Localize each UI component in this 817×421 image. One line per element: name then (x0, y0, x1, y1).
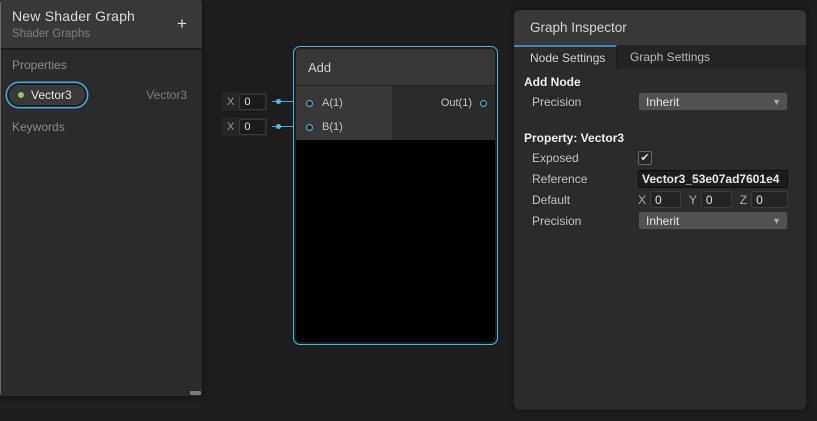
add-node-section-title: Add Node (524, 73, 788, 91)
dropdown-value: Inherit (646, 95, 679, 109)
property-type-label: Vector3 (146, 88, 187, 102)
blackboard-panel: New Shader Graph + Shader Graphs Propert… (0, 0, 202, 396)
chevron-down-icon: ▼ (772, 97, 781, 107)
precision-label: Precision (524, 214, 638, 228)
exposed-label: Exposed (524, 151, 638, 165)
port-value-field-b[interactable]: 0 (239, 119, 266, 135)
property-pill-vector3[interactable]: Vector3 (8, 84, 86, 106)
input-port-row-a: A(1) (296, 91, 392, 115)
reference-input[interactable]: Vector3_53e07ad7601e4 (638, 170, 788, 188)
exposed-row: Exposed ✔ (524, 147, 788, 168)
input-port-b-icon[interactable] (306, 124, 313, 131)
properties-section-label: Properties (1, 58, 202, 74)
node-preview (296, 140, 495, 342)
property-pill-label: Vector3 (31, 88, 72, 102)
property-exposed-dot-icon (18, 92, 24, 98)
keywords-section-label: Keywords (1, 120, 202, 136)
input-port-b-label: B(1) (322, 121, 343, 133)
default-z-field[interactable]: 0 (751, 191, 788, 208)
default-x-field[interactable]: 0 (650, 191, 681, 208)
property-section-title: Property: Vector3 (524, 129, 788, 147)
property-precision-row: Precision Inherit ▼ (524, 210, 788, 231)
chevron-down-icon: ▼ (772, 216, 781, 226)
exposed-checkbox[interactable]: ✔ (638, 151, 652, 165)
node-add-header[interactable]: Add (296, 49, 495, 86)
edge-connector-dot-icon (276, 99, 281, 104)
default-label: Default (524, 193, 638, 207)
tab-node-settings[interactable]: Node Settings (514, 45, 617, 69)
port-value-field-a[interactable]: 0 (239, 94, 266, 110)
input-port-a-label: A(1) (322, 97, 343, 109)
property-precision-dropdown[interactable]: Inherit ▼ (638, 211, 788, 230)
axis-label: X (227, 96, 234, 108)
axis-y-label: Y (689, 193, 697, 207)
edge-connector-dot-icon (276, 124, 281, 129)
node-precision-dropdown[interactable]: Inherit ▼ (638, 92, 788, 111)
output-port-label: Out(1) (441, 97, 472, 109)
output-port-icon[interactable] (480, 100, 487, 107)
input-port-row-b: B(1) (296, 115, 392, 139)
inspector-header: Graph Inspector (514, 10, 806, 45)
reference-label: Reference (524, 172, 638, 186)
port-default-input-a: X 0 (220, 91, 269, 112)
inspector-content: Add Node Precision Inherit ▼ Property: V… (514, 69, 806, 231)
axis-label: X (227, 121, 234, 133)
node-output-ports: Out(1) (392, 86, 495, 140)
default-y-field[interactable]: 0 (701, 191, 732, 208)
panel-resize-grip[interactable] (190, 391, 201, 395)
graph-title: New Shader Graph (12, 8, 192, 24)
graph-subtitle: Shader Graphs (12, 28, 192, 40)
axis-z-label: Z (740, 193, 747, 207)
precision-label: Precision (524, 95, 638, 109)
node-ports: A(1) B(1) Out(1) (296, 86, 495, 140)
port-default-input-b: X 0 (220, 116, 269, 137)
input-port-a-icon[interactable] (306, 100, 313, 107)
node-title: Add (308, 60, 331, 75)
inspector-tabs: Node Settings Graph Settings (514, 45, 806, 69)
output-port-row: Out(1) (441, 91, 487, 115)
node-input-ports: A(1) B(1) (296, 86, 392, 140)
property-row: Vector3 Vector3 (1, 83, 202, 107)
reference-row: Reference Vector3_53e07ad7601e4 (524, 168, 788, 189)
dropdown-value: Inherit (646, 214, 679, 228)
blackboard-header: New Shader Graph + Shader Graphs (1, 0, 202, 50)
add-property-button[interactable]: + (173, 15, 191, 33)
tab-graph-settings[interactable]: Graph Settings (617, 45, 710, 69)
default-row: Default X 0 Y 0 Z 0 (524, 189, 788, 210)
node-add[interactable]: Add A(1) B(1) Out(1) (293, 46, 498, 345)
inspector-title: Graph Inspector (530, 20, 627, 35)
graph-inspector-panel: Graph Inspector Node Settings Graph Sett… (514, 10, 806, 410)
node-precision-row: Precision Inherit ▼ (524, 91, 788, 112)
axis-x-label: X (638, 193, 646, 207)
